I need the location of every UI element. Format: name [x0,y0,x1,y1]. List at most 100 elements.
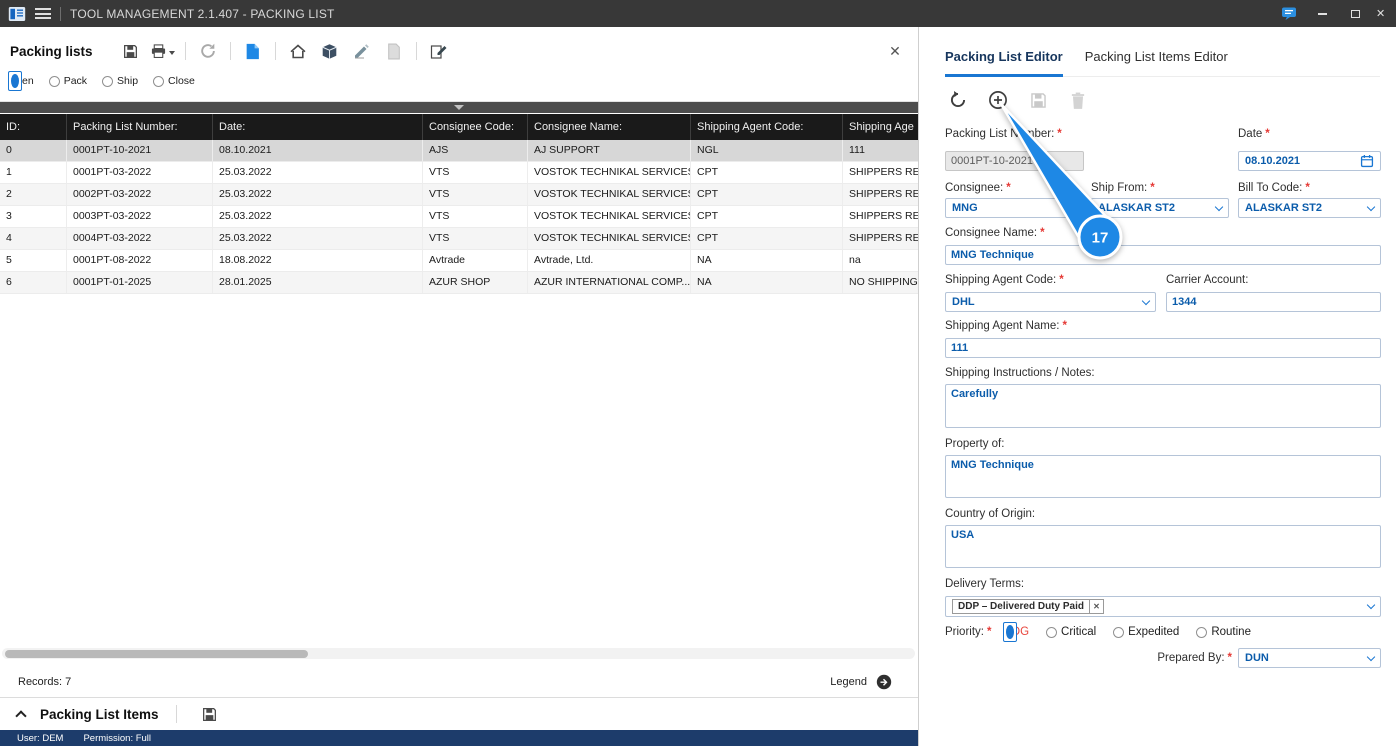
filter-radio-close[interactable]: Close [153,75,195,87]
table-row[interactable]: 3 0003PT-03-2022 25.03.2022 VTS VOSTOK TECHN… [0,206,918,228]
table-cell: 25.03.2022 [213,184,423,205]
toolbar-separator [274,42,276,60]
column-header[interactable]: ID: [0,114,67,140]
column-header[interactable]: Shipping Agent Code: [691,114,843,140]
table-cell: SHIPPERS RESPO [849,166,918,178]
minimize-button[interactable] [1310,4,1334,24]
undo-icon[interactable] [947,89,969,111]
table-row[interactable]: 1 0001PT-03-2022 25.03.2022 VTS VOSTOK TECHN… [0,162,918,184]
copy-document-icon[interactable] [381,39,407,63]
country-of-origin-label: Country of Origin: [945,508,1036,520]
country-of-origin-textarea[interactable]: USA [945,525,1381,568]
filter-radio-ship[interactable]: Ship [102,75,138,87]
priority-option-aog[interactable]: AOG [1003,622,1029,642]
priority-option-routine[interactable]: Routine [1196,626,1251,638]
feedback-icon[interactable] [1277,4,1301,24]
table-cell: VOSTOK TECHNIKAL SERVICES [528,184,691,205]
tab-packing-list-editor[interactable]: Packing List Editor [945,49,1063,77]
radio-icon [8,71,22,91]
chevron-down-icon [1214,202,1224,211]
print-dropdown-caret[interactable] [169,50,176,58]
table-cell: 0003PT-03-2022 [67,206,213,227]
table-cell: CPT [691,228,843,249]
new-document-icon[interactable] [240,39,266,63]
legend-icon[interactable] [876,674,892,690]
priority-option-label: Routine [1211,626,1251,638]
column-header[interactable]: Shipping Age [843,114,918,140]
shipping-agent-name-label: Shipping Agent Name: * [945,320,1067,332]
scrollbar-thumb[interactable] [5,649,308,658]
add-icon[interactable] [987,89,1009,111]
table-cell: 1 [0,162,67,183]
table-row[interactable]: 6 0001PT-01-2025 28.01.2025 AZUR SHOP AZUR I… [0,272,918,294]
table-cell: 25.03.2022 [213,206,423,227]
table-cell: 0001PT-03-2022 [67,162,213,183]
column-header[interactable]: Consignee Name: [528,114,691,140]
table-row[interactable]: 2 0002PT-03-2022 25.03.2022 VTS VOSTOK TECHN… [0,184,918,206]
column-header[interactable]: Packing List Number: [67,114,213,140]
priority-label: Priority: * [945,626,992,638]
prepared-by-select[interactable]: DUN [1238,648,1381,668]
table-row[interactable]: 5 0001PT-08-2022 18.08.2022 Avtrade Avtrade,… [0,250,918,272]
table-cell: Avtrade [423,250,528,271]
consignee-name-input[interactable] [945,245,1381,265]
table-cell: SHIPPERS RESPO [849,232,918,244]
shipping-agent-name-input[interactable] [945,338,1381,358]
horizontal-scrollbar[interactable] [2,648,915,659]
splitter-collapse-icon[interactable] [454,105,464,110]
print-icon[interactable] [150,39,176,63]
table-cell: 25.03.2022 [213,228,423,249]
statusbar-user: User: DEM [17,732,64,744]
menu-icon[interactable] [35,8,51,19]
shipping-instructions-textarea[interactable]: Carefully [945,384,1381,428]
panel-close-icon[interactable]: ✕ [882,43,908,60]
save-icon[interactable] [1027,89,1049,111]
items-save-icon[interactable] [197,702,223,726]
home-icon[interactable] [285,39,311,63]
priority-option-critical[interactable]: Critical [1046,626,1096,638]
shipping-agent-code-select[interactable]: DHL [945,292,1156,312]
signature-icon[interactable] [349,39,375,63]
property-of-textarea[interactable]: MNG Technique [945,455,1381,498]
priority-option-expedited[interactable]: Expedited [1113,626,1179,638]
app-icon [8,6,26,22]
delivery-terms-select[interactable]: DDP – Delivered Duty Paid ✕ [945,596,1381,617]
statusbar: User: DEM Permission: Full [0,730,918,746]
column-header[interactable]: Consignee Code: [423,114,528,140]
legend-label: Legend [830,676,867,688]
filter-radio-open[interactable]: Open [8,71,34,91]
edit-icon[interactable] [426,39,452,63]
refresh-icon[interactable] [195,39,221,63]
consignee-select[interactable]: MNG [945,198,1081,218]
chip-remove-icon[interactable]: ✕ [1088,599,1103,614]
priority-options: AOG Critical Expedited Routine [1003,622,1251,642]
calendar-icon[interactable] [1360,154,1374,168]
toolbar-separator [415,42,417,60]
column-header[interactable]: Date: [213,114,423,140]
table-cell: 0001PT-10-2021 [67,140,213,161]
close-button[interactable]: ✕ [1376,4,1388,24]
table-header-row: ID: Packing List Number: Date: Consignee Co… [0,114,918,140]
date-input[interactable]: 08.10.2021 [1238,151,1381,171]
toolbar-separator [229,42,231,60]
package-icon[interactable] [317,39,343,63]
legend-group: Legend [830,674,892,690]
save-icon[interactable] [118,39,144,63]
bill-to-code-select[interactable]: ALASKAR ST2 [1238,198,1381,218]
carrier-account-input[interactable] [1166,292,1381,312]
filter-radio-pack[interactable]: Pack [48,75,88,87]
maximize-button[interactable] [1343,4,1367,24]
delete-icon[interactable] [1067,89,1089,111]
chevron-down-icon [1066,202,1076,211]
table-row[interactable]: 0 0001PT-10-2021 08.10.2021 AJS AJ SUPPORT NG… [0,140,918,162]
grid-splitter[interactable] [0,101,918,113]
collapse-section-icon[interactable] [13,706,29,722]
packing-lists-toolbar: Packing lists ✕ [0,33,918,69]
editor-tabs: Packing List Editor Packing List Items E… [945,49,1380,77]
tab-packing-list-items-editor[interactable]: Packing List Items Editor [1085,49,1228,76]
filter-label: Pack [63,75,88,87]
table-row[interactable]: 4 0004PT-03-2022 25.03.2022 VTS VOSTOK TECHN… [0,228,918,250]
packing-list-number-input[interactable] [945,151,1084,171]
table-cell: 3 [0,206,67,227]
ship-from-select[interactable]: ALASKAR ST2 [1091,198,1229,218]
